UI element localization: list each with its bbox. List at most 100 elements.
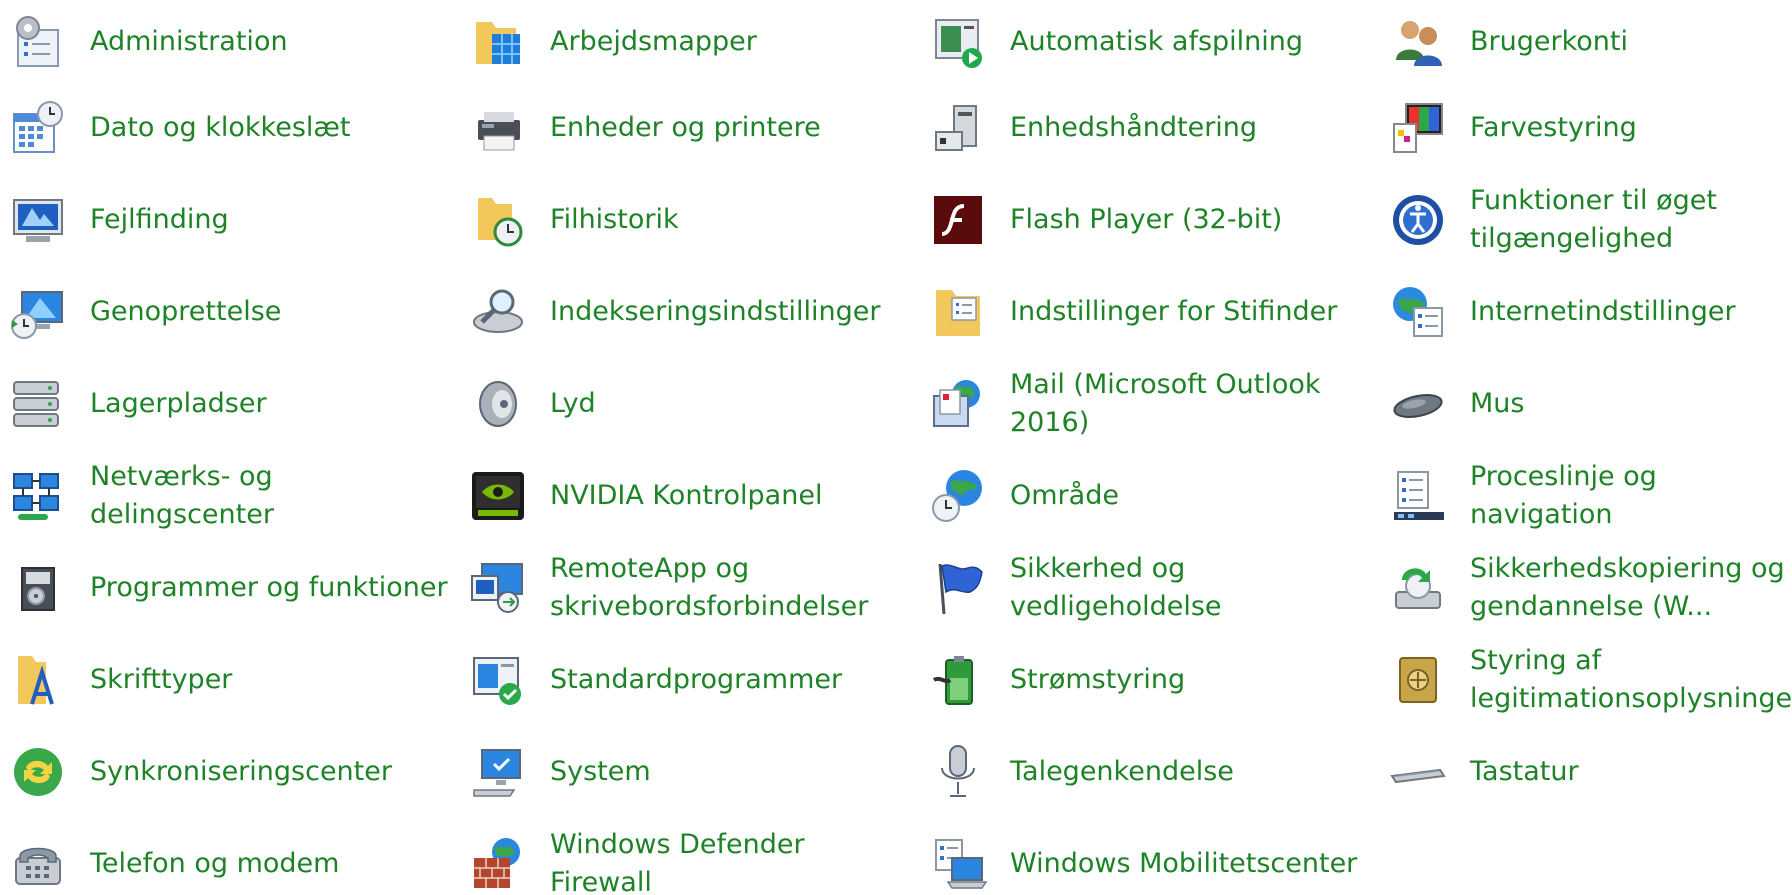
item-fejlfinding[interactable]: Fejlfinding xyxy=(0,178,450,262)
storage-spaces-icon xyxy=(8,374,68,434)
taskbar-navigation-icon xyxy=(1388,466,1448,526)
item-enhedshaandtering[interactable]: Enhedshåndtering xyxy=(920,86,1370,170)
control-panel-items-grid: Administration Arbejdsmapper Automatisk … xyxy=(0,0,1792,895)
item-lagerpladser[interactable]: Lagerpladser xyxy=(0,362,450,446)
sound-icon xyxy=(468,374,528,434)
item-label: Synkroniseringscenter xyxy=(90,756,392,787)
item-flash-player[interactable]: Flash Player (32-bit) xyxy=(920,178,1370,262)
item-label: NVIDIA Kontrolpanel xyxy=(550,480,823,511)
item-label: Administration xyxy=(90,26,288,57)
item-sikkerhedskopiering-og-gendannelse[interactable]: Sikkerhedskopiering og gendannelse (W... xyxy=(1380,546,1790,630)
item-label: Indstillinger for Stifinder xyxy=(1010,296,1338,327)
item-skrifttyper[interactable]: Skrifttyper xyxy=(0,638,450,722)
backup-restore-icon xyxy=(1388,558,1448,618)
flash-player-icon xyxy=(928,190,988,250)
item-label: Indekseringsindstillinger xyxy=(550,296,881,327)
item-label: Standardprogrammer xyxy=(550,664,843,695)
item-standardprogrammer[interactable]: Standardprogrammer xyxy=(460,638,910,722)
item-label: Genoprettelse xyxy=(90,296,282,327)
device-manager-icon xyxy=(928,98,988,158)
item-label: Mus xyxy=(1470,388,1525,419)
item-label: Programmer og funktioner xyxy=(90,572,448,603)
item-label: Sikkerhedskopiering og gendannelse (W... xyxy=(1470,553,1785,622)
item-label: Internetindstillinger xyxy=(1470,296,1736,327)
speech-recognition-icon xyxy=(928,742,988,802)
power-options-icon xyxy=(928,650,988,710)
item-brugerkonti[interactable]: Brugerkonti xyxy=(1380,0,1790,84)
item-label: Arbejdsmapper xyxy=(550,26,757,57)
credential-manager-icon xyxy=(1388,650,1448,710)
color-management-icon xyxy=(1388,98,1448,158)
item-label: Tastatur xyxy=(1470,756,1579,787)
item-indekseringsindstillinger[interactable]: Indekseringsindstillinger xyxy=(460,270,910,354)
phone-modem-icon xyxy=(8,834,68,894)
item-farvestyring[interactable]: Farvestyring xyxy=(1380,86,1790,170)
item-tastatur[interactable]: Tastatur xyxy=(1380,730,1790,814)
item-administration[interactable]: Administration xyxy=(0,0,450,84)
item-internetindstillinger[interactable]: Internetindstillinger xyxy=(1380,270,1790,354)
region-icon xyxy=(928,466,988,526)
item-label: Talegenkendelse xyxy=(1010,756,1234,787)
programs-features-icon xyxy=(8,558,68,618)
item-label: RemoteApp og skrivebordsforbindelser xyxy=(550,553,869,622)
item-mus[interactable]: Mus xyxy=(1380,362,1790,446)
keyboard-icon xyxy=(1388,742,1448,802)
item-label: Lyd xyxy=(550,388,596,419)
item-label: Funktioner til øget tilgængelighed xyxy=(1470,185,1717,254)
item-stroemstyring[interactable]: Strømstyring xyxy=(920,638,1370,722)
indexing-options-icon xyxy=(468,282,528,342)
mobility-center-icon xyxy=(928,834,988,894)
user-accounts-icon xyxy=(1388,12,1448,72)
item-netvaerks-og-delingscenter[interactable]: Netværks- og delingscenter xyxy=(0,454,450,538)
item-enheder-og-printere[interactable]: Enheder og printere xyxy=(460,86,910,170)
network-sharing-icon xyxy=(8,466,68,526)
item-label: Filhistorik xyxy=(550,204,679,235)
item-synkroniseringscenter[interactable]: Synkroniseringscenter xyxy=(0,730,450,814)
item-arbejdsmapper[interactable]: Arbejdsmapper xyxy=(460,0,910,84)
item-telefon-og-modem[interactable]: Telefon og modem xyxy=(0,822,450,895)
security-maintenance-icon xyxy=(928,558,988,618)
recovery-icon xyxy=(8,282,68,342)
system-icon xyxy=(468,742,528,802)
item-lyd[interactable]: Lyd xyxy=(460,362,910,446)
item-label: Fejlfinding xyxy=(90,204,229,235)
item-automatisk-afspilning[interactable]: Automatisk afspilning xyxy=(920,0,1370,84)
troubleshooting-icon xyxy=(8,190,68,250)
item-label: Telefon og modem xyxy=(90,848,340,879)
item-label: Strømstyring xyxy=(1010,664,1186,695)
item-label: Enhedshåndtering xyxy=(1010,112,1258,143)
item-label: Proceslinje og navigation xyxy=(1470,461,1657,530)
autoplay-icon xyxy=(928,12,988,72)
item-talegenkendelse[interactable]: Talegenkendelse xyxy=(920,730,1370,814)
item-label: Lagerpladser xyxy=(90,388,267,419)
item-funktioner-til-oeget-tilgaengelighed[interactable]: Funktioner til øget tilgængelighed xyxy=(1380,178,1790,262)
item-dato-og-klokkeslaet[interactable]: Dato og klokkeslæt xyxy=(0,86,450,170)
item-mail[interactable]: Mail (Microsoft Outlook 2016) xyxy=(920,362,1370,446)
firewall-icon xyxy=(468,834,528,894)
item-indstillinger-for-stifinder[interactable]: Indstillinger for Stifinder xyxy=(920,270,1370,354)
item-system[interactable]: System xyxy=(460,730,910,814)
item-label: System xyxy=(550,756,651,787)
item-genoprettelse[interactable]: Genoprettelse xyxy=(0,270,450,354)
item-styring-af-legitimationsoplysninger[interactable]: Styring af legitimationsoplysninger xyxy=(1380,638,1792,722)
item-label: Mail (Microsoft Outlook 2016) xyxy=(1010,369,1321,438)
item-proceslinje-og-navigation[interactable]: Proceslinje og navigation xyxy=(1380,454,1790,538)
item-sikkerhed-og-vedligeholdelse[interactable]: Sikkerhed og vedligeholdelse xyxy=(920,546,1370,630)
item-label: Enheder og printere xyxy=(550,112,821,143)
item-filhistorik[interactable]: Filhistorik xyxy=(460,178,910,262)
item-label: Windows Mobilitetscenter xyxy=(1010,848,1358,879)
item-label: Flash Player (32-bit) xyxy=(1010,204,1283,235)
item-windows-defender-firewall[interactable]: Windows Defender Firewall xyxy=(460,822,910,895)
item-omraade[interactable]: Område xyxy=(920,454,1370,538)
file-history-icon xyxy=(468,190,528,250)
item-label: Automatisk afspilning xyxy=(1010,26,1304,57)
item-label: Dato og klokkeslæt xyxy=(90,112,351,143)
item-nvidia-kontrolpanel[interactable]: NVIDIA Kontrolpanel xyxy=(460,454,910,538)
item-programmer-og-funktioner[interactable]: Programmer og funktioner xyxy=(0,546,450,630)
item-label: Farvestyring xyxy=(1470,112,1637,143)
item-windows-mobilitetscenter[interactable]: Windows Mobilitetscenter xyxy=(920,822,1370,895)
work-folders-icon xyxy=(468,12,528,72)
devices-printers-icon xyxy=(468,98,528,158)
item-label: Skrifttyper xyxy=(90,664,233,695)
item-remoteapp-og-skrivebordsforbindelser[interactable]: RemoteApp og skrivebordsforbindelser xyxy=(460,546,910,630)
